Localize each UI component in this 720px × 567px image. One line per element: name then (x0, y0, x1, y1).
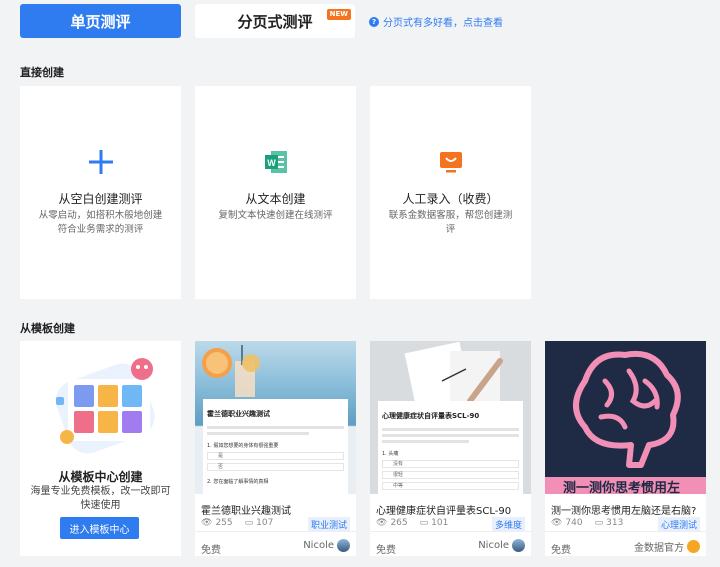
template-card-brain[interactable]: 测一测你思考惯用左 测一测你思考惯用左脑还是右脑? 👁 740 ▭ 313 心理测试… (545, 341, 706, 556)
plus-icon (20, 148, 181, 176)
thumbnail-option: 是 (207, 452, 344, 460)
thumbnail-q1: 1. 假如您想要的身体有很强重要 (207, 443, 279, 449)
template-author: Nicole (478, 539, 525, 552)
template-author: 金数据官方 (634, 539, 700, 554)
comments-stat: ▭ 101 (420, 518, 449, 528)
template-price: 免费 (376, 545, 396, 556)
template-meta: 测一测你思考惯用左脑还是右脑? 👁 740 ▭ 313 心理测试 免费 金数据官方 (545, 494, 706, 556)
template-card-holland[interactable]: 霍兰德职业兴趣测试 1. 假如您想要的身体有很强重要 是 否 2. 您在面临了解… (195, 341, 356, 556)
avatar (512, 539, 525, 552)
template-center-card: 从模板中心创建 海量专业免费模板，改一改即可快速使用 进入模板中心 (20, 341, 181, 556)
enter-template-center-button[interactable]: 进入模板中心 (60, 517, 139, 539)
views-count: 255 (215, 518, 233, 528)
paged-help-link[interactable]: ? 分页式有多好看，点击查看 (369, 14, 503, 29)
template-center-title: 从模板中心创建 (58, 470, 143, 484)
divider (195, 531, 356, 532)
template-center-desc: 海量专业免费模板，改一改即可快速使用 (30, 486, 171, 511)
comment-icon: ▭ (594, 518, 604, 528)
avatar (337, 539, 350, 552)
author-name: Nicole (478, 540, 509, 551)
thumbnail-doc-title: 心理健康症状自评量表SCL-90 (382, 412, 480, 420)
thumbnail-doc: 霍兰德职业兴趣测试 1. 假如您想要的身体有很强重要 是 否 2. 您在面临了解… (203, 399, 348, 494)
section-title-direct: 直接创建 (20, 66, 64, 79)
eye-icon: 👁 (376, 518, 388, 528)
thumbnail-line (382, 440, 469, 443)
template-meta: 心理健康症状自评量表SCL-90 👁 265 ▭ 101 多维度 免费 Nicole (370, 494, 531, 556)
question-icon: ? (369, 16, 379, 27)
create-card-desc: 联系金数据客服，帮您创建测评 (388, 210, 513, 235)
views-count: 265 (390, 518, 408, 528)
eye-icon: 👁 (551, 518, 563, 528)
tab-paged[interactable]: 分页式测评 NEW (195, 4, 355, 38)
divider (545, 531, 706, 532)
template-thumbnail: 测一测你思考惯用左 (545, 341, 706, 494)
views-stat: 👁 255 (201, 518, 233, 528)
thumbnail-line (382, 428, 519, 431)
template-stats: 👁 740 ▭ 313 (551, 518, 623, 528)
thumbnail-line (382, 434, 519, 437)
thumbnail-doc-title: 测一测你思考惯用左 (563, 481, 681, 494)
thumbnail-option: 否 (207, 463, 344, 471)
thumbnail-doc-title: 霍兰德职业兴趣测试 (207, 410, 270, 418)
template-thumbnail: 心理健康症状自评量表SCL-90 1. 头痛 没有 很轻 中等 (370, 341, 531, 494)
comments-count: 101 (431, 518, 449, 528)
thumbnail-doc: 心理健康症状自评量表SCL-90 1. 头痛 没有 很轻 中等 (378, 401, 523, 494)
help-link-text: 分页式有多好看，点击查看 (383, 18, 503, 29)
comment-icon: ▭ (244, 518, 254, 528)
comments-stat: ▭ 107 (245, 518, 274, 528)
template-tag: 多维度 (491, 517, 525, 532)
thumbnail-q1: 1. 头痛 (382, 451, 399, 457)
template-illustration (50, 351, 160, 461)
template-tag: 心理测试 (657, 517, 700, 532)
views-stat: 👁 265 (376, 518, 408, 528)
thumbnail-option: 很轻 (382, 471, 519, 479)
template-card-scl90[interactable]: 心理健康症状自评量表SCL-90 1. 头痛 没有 很轻 中等 心理健康症状自评… (370, 341, 531, 556)
author-name: 金数据官方 (634, 543, 684, 554)
avatar (687, 540, 700, 553)
thumbnail-option: 中等 (382, 482, 519, 490)
template-thumbnail: 霍兰德职业兴趣测试 1. 假如您想要的身体有很强重要 是 否 2. 您在面临了解… (195, 341, 356, 494)
thumbnail-q2: 2. 您在面临了解事情的真相 (207, 479, 269, 485)
author-name: Nicole (303, 540, 334, 551)
views-stat: 👁 740 (551, 518, 583, 528)
template-name: 心理健康症状自评量表SCL-90 (376, 506, 512, 517)
template-author: Nicole (303, 539, 350, 552)
new-badge: NEW (326, 9, 351, 20)
create-card-title: 从空白创建测评 (58, 192, 143, 206)
section-title-template: 从模板创建 (20, 322, 75, 335)
create-card-title: 人工录入（收费） (402, 192, 499, 206)
create-from-text-card[interactable]: W 从文本创建 复制文本快速创建在线测评 (195, 86, 356, 299)
template-name: 霍兰德职业兴趣测试 (201, 506, 291, 517)
comments-stat: ▭ 313 (595, 518, 624, 528)
word-doc-icon: W (195, 148, 356, 176)
thumbnail-line (207, 426, 344, 429)
template-stats: 👁 255 ▭ 107 (201, 518, 273, 528)
template-stats: 👁 265 ▭ 101 (376, 518, 448, 528)
tab-paged-label: 分页式测评 (237, 12, 313, 31)
manual-entry-card[interactable]: 人工录入（收费） 联系金数据客服，帮您创建测评 (370, 86, 531, 299)
create-card-desc: 复制文本快速创建在线测评 (218, 210, 333, 221)
comment-icon: ▭ (419, 518, 429, 528)
divider (370, 531, 531, 532)
views-count: 740 (565, 518, 583, 528)
svg-text:W: W (267, 158, 276, 168)
template-tag: 职业测试 (307, 517, 350, 532)
thumbnail-line (207, 432, 309, 435)
create-blank-card[interactable]: 从空白创建测评 从零启动，如搭积木般地创建符合业务需求的测评 (20, 86, 181, 299)
template-price: 免费 (551, 545, 571, 556)
eye-icon: 👁 (201, 518, 213, 528)
comments-count: 313 (606, 518, 624, 528)
template-meta: 霍兰德职业兴趣测试 👁 255 ▭ 107 职业测试 免费 Nicole (195, 494, 356, 556)
create-card-title: 从文本创建 (245, 192, 306, 206)
template-name: 测一测你思考惯用左脑还是右脑? (551, 506, 697, 517)
customer-service-icon (370, 148, 531, 176)
thumbnail-option: 没有 (382, 460, 519, 468)
comments-count: 107 (256, 518, 274, 528)
create-card-desc: 从零启动，如搭积木般地创建符合业务需求的测评 (38, 210, 163, 235)
template-price: 免费 (201, 545, 221, 556)
tab-single-page[interactable]: 单页测评 (20, 4, 181, 38)
